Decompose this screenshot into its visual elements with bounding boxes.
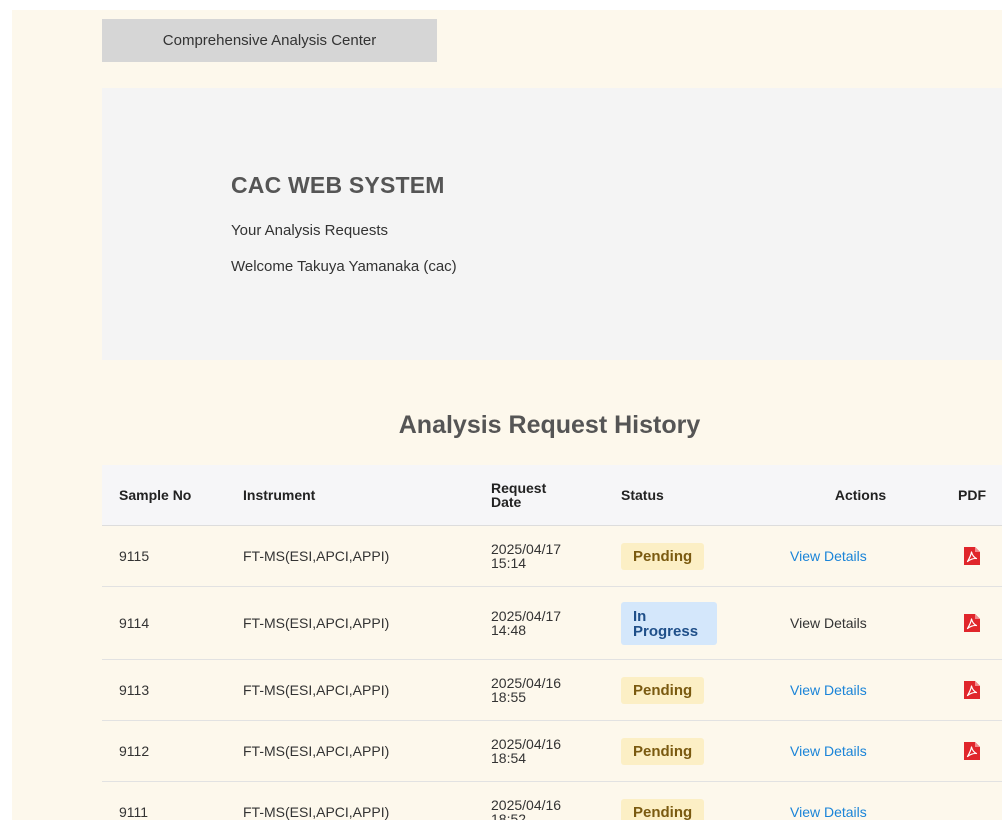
status-badge: In Progress [621, 601, 717, 645]
history-table: Sample No Instrument Request Date Status… [102, 465, 1002, 820]
view-details-link[interactable]: View Details [790, 804, 867, 820]
column-header-sample-no: Sample No [102, 465, 243, 526]
column-header-request-date-line2: Date [491, 494, 522, 510]
cell-pdf [931, 659, 1002, 721]
cell-actions: View Details [790, 586, 931, 660]
status-badge: Pending [621, 542, 705, 570]
cell-status: Pending [621, 659, 790, 721]
cell-sample-no: 9115 [102, 525, 243, 587]
cell-sample-no: 9111 [102, 781, 243, 820]
site-link-label: Comprehensive Analysis Center [162, 32, 377, 49]
cell-request-date: 2025/04/16 18:54 [491, 720, 621, 782]
site-link-button[interactable]: Comprehensive Analysis Center [102, 19, 437, 62]
cell-sample-no: 9114 [102, 586, 243, 660]
column-header-request-date: Request Date [491, 465, 621, 526]
cell-status: In Progress [621, 586, 790, 660]
cell-sample-no: 9113 [102, 659, 243, 721]
cell-pdf [931, 586, 1002, 660]
page-title: CAC WEB SYSTEM [231, 172, 445, 198]
cell-request-date: 2025/04/17 14:48 [491, 586, 621, 660]
column-header-pdf: PDF [931, 465, 1002, 526]
cell-request-date: 2025/04/16 18:55 [491, 659, 621, 721]
request-time: 18:52 [491, 811, 527, 820]
table-row: 9115 FT-MS(ESI,APCI,APPI) 2025/04/17 15:… [102, 525, 1002, 587]
cell-actions: View Details [790, 659, 931, 721]
pdf-icon[interactable] [964, 547, 980, 565]
column-header-actions: Actions [790, 465, 931, 526]
pdf-icon[interactable] [964, 742, 980, 760]
table-row: 9114 FT-MS(ESI,APCI,APPI) 2025/04/17 14:… [102, 586, 1002, 660]
table-row: 9111 FT-MS(ESI,APCI,APPI) 2025/04/16 18:… [102, 781, 1002, 820]
cell-actions: View Details [790, 525, 931, 587]
hero-banner: CAC WEB SYSTEM Your Analysis Requests We… [102, 88, 1002, 360]
cell-instrument: FT-MS(ESI,APCI,APPI) [243, 525, 491, 587]
status-badge: Pending [621, 798, 705, 820]
table-row: 9113 FT-MS(ESI,APCI,APPI) 2025/04/16 18:… [102, 659, 1002, 721]
cell-instrument: FT-MS(ESI,APCI,APPI) [243, 586, 491, 660]
pdf-icon[interactable] [964, 681, 980, 699]
history-title: Analysis Request History [398, 411, 701, 439]
cell-status: Pending [621, 720, 790, 782]
request-time: 18:55 [491, 689, 527, 705]
status-badge: Pending [621, 676, 705, 704]
view-details-link[interactable]: View Details [790, 615, 867, 631]
cell-request-date: 2025/04/17 15:14 [491, 525, 621, 587]
cell-actions: View Details [790, 720, 931, 782]
column-header-instrument: Instrument [243, 465, 491, 526]
page: Comprehensive Analysis Center CAC WEB SY… [12, 10, 1002, 820]
request-time: 14:48 [491, 622, 527, 638]
cell-status: Pending [621, 525, 790, 587]
status-badge-line2: Progress [633, 622, 699, 640]
cell-status: Pending [621, 781, 790, 820]
request-time: 15:14 [491, 555, 527, 571]
request-time: 18:54 [491, 750, 527, 766]
cell-pdf [931, 781, 1002, 820]
table-row: 9112 FT-MS(ESI,APCI,APPI) 2025/04/16 18:… [102, 720, 1002, 782]
cell-pdf [931, 720, 1002, 782]
view-details-link[interactable]: View Details [790, 743, 867, 759]
cell-instrument: FT-MS(ESI,APCI,APPI) [243, 659, 491, 721]
cell-pdf [931, 525, 1002, 587]
page-subtitle: Your Analysis Requests [231, 222, 389, 239]
cell-instrument: FT-MS(ESI,APCI,APPI) [243, 781, 491, 820]
welcome-message: Welcome Takuya Yamanaka (cac) [231, 258, 457, 275]
cell-sample-no: 9112 [102, 720, 243, 782]
view-details-link[interactable]: View Details [790, 682, 867, 698]
cell-actions: View Details [790, 781, 931, 820]
cell-request-date: 2025/04/16 18:52 [491, 781, 621, 820]
cell-instrument: FT-MS(ESI,APCI,APPI) [243, 720, 491, 782]
pdf-icon[interactable] [964, 614, 980, 632]
table-header-row: Sample No Instrument Request Date Status… [102, 465, 1002, 526]
view-details-link[interactable]: View Details [790, 548, 867, 564]
status-badge: Pending [621, 737, 705, 765]
column-header-status: Status [621, 465, 790, 526]
